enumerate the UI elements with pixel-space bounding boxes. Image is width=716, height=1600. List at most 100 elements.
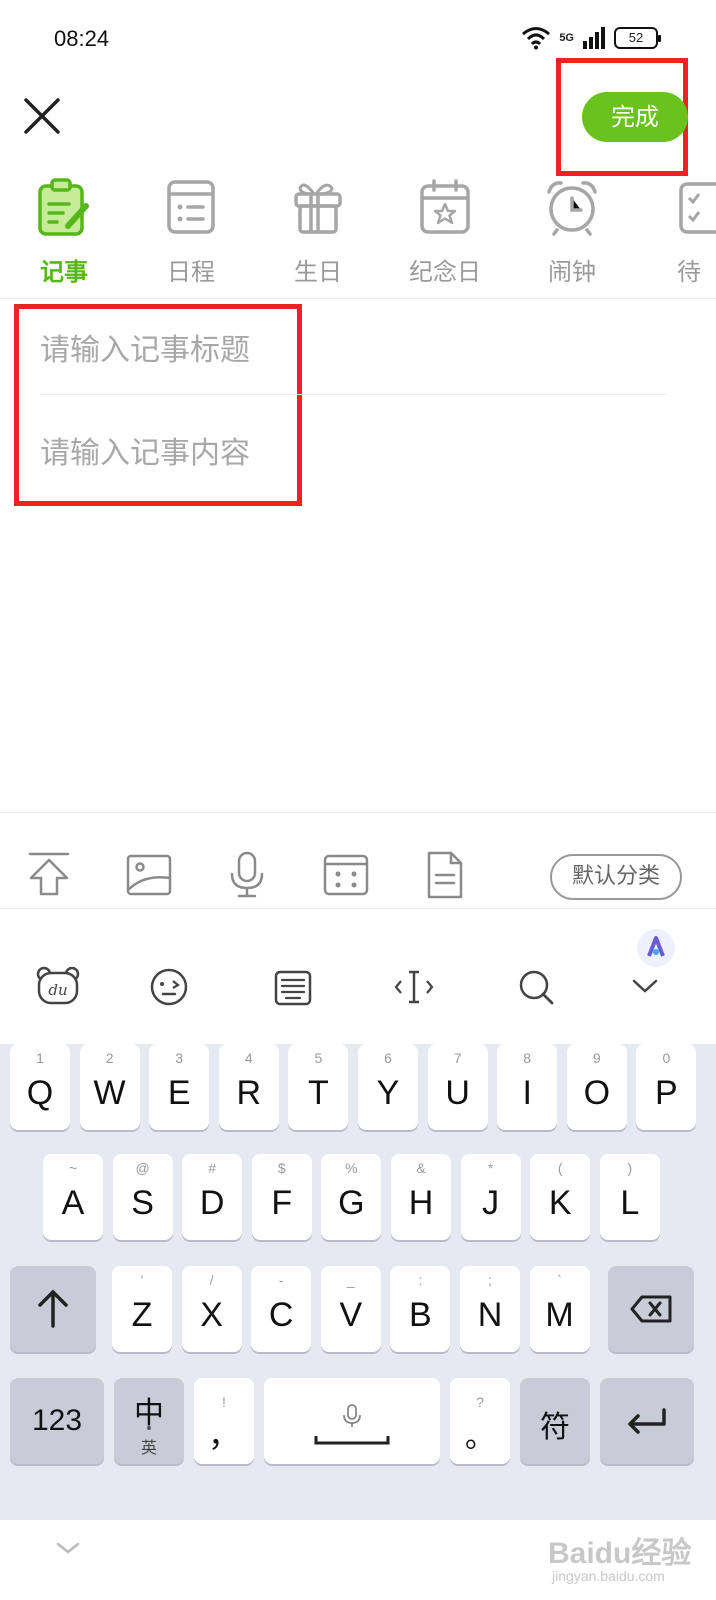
tab-label: 待 — [677, 258, 701, 286]
note-title-input[interactable] — [40, 326, 660, 374]
key-z[interactable]: ' Z — [112, 1266, 172, 1352]
tab-note[interactable]: 记事 — [14, 178, 114, 287]
enter-key[interactable] — [600, 1378, 694, 1464]
key-label: A — [61, 1184, 85, 1222]
space-key[interactable] — [264, 1378, 440, 1464]
key-r[interactable]: 4R — [218, 1044, 279, 1130]
close-icon[interactable] — [22, 96, 62, 136]
key-a[interactable]: ~ A — [43, 1154, 103, 1240]
top-arrow-icon[interactable] — [24, 850, 74, 900]
du-bear-icon[interactable]: du — [36, 966, 80, 1006]
key-sub-label: / — [209, 1272, 214, 1288]
key-b[interactable]: :B — [390, 1266, 451, 1352]
key-d[interactable]: # D — [182, 1154, 243, 1240]
period-key-sub: ? — [476, 1394, 484, 1410]
key-v[interactable]: _ V — [320, 1266, 381, 1352]
key-sub-label: 9 — [592, 1050, 601, 1066]
key-f[interactable]: $ F — [251, 1154, 312, 1240]
key-sub-label: 1 — [36, 1050, 44, 1066]
key-m[interactable]: ` M — [529, 1266, 590, 1352]
search-icon[interactable] — [517, 968, 555, 1006]
key-t[interactable]: 5T — [288, 1044, 349, 1130]
language-key[interactable]: 中 英 — [114, 1378, 184, 1464]
gift-icon — [294, 183, 342, 234]
tab-label: 纪念日 — [409, 258, 481, 286]
collapse-chevron-icon[interactable] — [632, 976, 658, 996]
tab-schedule[interactable]: 日程 — [141, 178, 241, 287]
signal-icon — [583, 27, 605, 49]
key-sub-label: : — [418, 1272, 423, 1288]
comma-key-label: ， — [207, 1416, 240, 1454]
key-sub-label: & — [416, 1160, 426, 1176]
keyboard-layout-icon[interactable] — [274, 970, 312, 1006]
backspace-icon — [630, 1295, 672, 1323]
watermark-url: jingyan.baidu.com — [552, 1568, 665, 1584]
emoji-face-icon[interactable] — [150, 968, 188, 1006]
template-icon[interactable] — [321, 850, 371, 900]
symbols-key-label: 符 — [540, 1410, 570, 1445]
key-w[interactable]: 2W — [79, 1044, 140, 1130]
tab-anniversary[interactable]: 纪念日 — [395, 178, 495, 287]
document-icon[interactable] — [420, 850, 470, 900]
key-sub-label: 4 — [244, 1050, 253, 1066]
key-sub-label: _ — [346, 1272, 355, 1288]
key-label: U — [445, 1074, 470, 1112]
key-n[interactable]: ; N — [460, 1266, 520, 1352]
done-button[interactable]: 完成 — [582, 92, 688, 142]
key-sub-label: ( — [557, 1160, 563, 1176]
schedule-icon — [167, 180, 215, 234]
microphone-icon[interactable] — [222, 850, 272, 900]
toolbar-divider-bottom — [0, 908, 716, 909]
cursor-move-icon[interactable] — [394, 968, 434, 1006]
toolbar-divider-top — [0, 812, 716, 813]
language-key-dot — [147, 1426, 151, 1430]
period-key[interactable]: ? 。 — [450, 1378, 510, 1464]
status-icons: 5G 52 — [521, 26, 661, 50]
calendar-star-icon — [420, 179, 470, 234]
category-selector[interactable]: 默认分类 — [550, 854, 682, 900]
numbers-key[interactable]: 123 — [10, 1378, 104, 1464]
space-bar-icon — [314, 1436, 390, 1445]
key-e[interactable]: 3E — [149, 1044, 210, 1130]
key-label: R — [236, 1074, 262, 1112]
key-i[interactable]: 8I — [497, 1044, 558, 1130]
comma-key[interactable]: ! ， — [194, 1378, 254, 1464]
key-p[interactable]: 0P — [636, 1044, 697, 1130]
key-sub-label: ; — [488, 1272, 492, 1288]
key-sub-label: ) — [627, 1160, 633, 1176]
key-y[interactable]: 6Y — [358, 1044, 418, 1130]
key-l[interactable]: ) L — [599, 1154, 660, 1240]
tab-birthday[interactable]: 生日 — [268, 178, 368, 287]
key-label: E — [167, 1074, 191, 1112]
note-icon — [38, 178, 89, 236]
symbols-key[interactable]: 符 — [520, 1378, 590, 1464]
key-s[interactable]: @ S — [112, 1154, 173, 1240]
key-u[interactable]: 7U — [427, 1044, 488, 1130]
assistant-badge-icon[interactable] — [636, 928, 676, 968]
battery-indicator: 52 — [614, 27, 661, 49]
key-x[interactable]: / X — [181, 1266, 242, 1352]
language-key-sublabel: 英 — [140, 1438, 157, 1457]
tab-alarm[interactable]: 闹钟 — [522, 178, 622, 287]
tab-todo[interactable]: 待 — [649, 178, 716, 287]
key-sub-label: 2 — [105, 1050, 114, 1066]
key-label: D — [199, 1184, 225, 1222]
shift-key[interactable] — [10, 1266, 96, 1352]
key-c[interactable]: -C — [251, 1266, 312, 1352]
key-j[interactable]: * J — [460, 1154, 521, 1240]
backspace-key[interactable] — [608, 1266, 694, 1352]
image-icon[interactable] — [124, 850, 174, 900]
tab-label: 生日 — [294, 258, 342, 286]
note-content-input[interactable] — [40, 428, 666, 788]
key-sub-label: 0 — [662, 1050, 671, 1066]
key-q[interactable]: 1Q — [10, 1044, 70, 1130]
hide-keyboard-chevron-icon[interactable] — [56, 1540, 80, 1556]
key-sub-label: - — [278, 1272, 284, 1288]
key-g[interactable]: % G — [321, 1154, 382, 1240]
key-k[interactable]: (K — [530, 1154, 591, 1240]
key-h[interactable]: & H — [391, 1154, 451, 1240]
network-type: 5G — [559, 32, 574, 44]
enter-icon — [628, 1408, 666, 1434]
key-o[interactable]: 9O — [566, 1044, 627, 1130]
key-sub-label: ` — [557, 1272, 562, 1288]
